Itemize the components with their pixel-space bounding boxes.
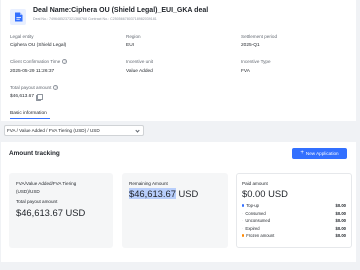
consumed-label: Consumed xyxy=(245,210,266,216)
frozen-value: $0.00 xyxy=(335,233,346,238)
deal-title: Deal Name:Ciphera OU (Shield Legal)_EUI_… xyxy=(33,7,209,14)
incentive-type-value: FVA xyxy=(241,69,250,74)
plus-icon: + xyxy=(300,150,304,156)
category-path-line1: FVA/Value Added/FVA Tiering xyxy=(16,181,77,186)
document-icon xyxy=(10,9,26,25)
legal-entity-label: Legal entity xyxy=(10,34,34,39)
region-value: EUI xyxy=(126,43,134,48)
dot-icon xyxy=(242,234,245,237)
confirmation-time-value: 2025-05-29 11:26:37 xyxy=(10,69,55,74)
page-bottom-gap xyxy=(1,262,356,270)
chevron-down-icon xyxy=(135,128,140,133)
tree-connector-icon: · xyxy=(242,210,244,216)
paid-row-consumed: · Consumed $0.00 xyxy=(242,211,346,216)
incentive-type-label: Incentive Type xyxy=(241,59,271,64)
paid-amount-value: $0.00 USD xyxy=(242,188,288,199)
remaining-amount-highlight: $46,613.67 xyxy=(129,188,176,199)
total-payout-label: Total payout amount ? xyxy=(10,85,59,90)
settlement-period-value: 2025-Q1 xyxy=(241,43,260,48)
new-application-label: New Application xyxy=(305,151,339,156)
frozen-label: Frozen amount xyxy=(246,233,275,238)
tab-basic-information[interactable]: Basic information xyxy=(10,111,47,116)
tree-connector-icon: · xyxy=(242,225,244,231)
unconsumed-value: $0.00 xyxy=(335,218,346,223)
confirmation-time-label-text: Client Confirmation Time xyxy=(10,59,61,64)
expired-label: Expired xyxy=(245,225,260,231)
copy-icon[interactable] xyxy=(36,94,43,101)
paid-row-frozen: Frozen amount $0.00 xyxy=(242,233,346,238)
total-payout-box-amount: $46,613.67 USD xyxy=(16,207,86,218)
paid-row-expired: · Expired $0.00 xyxy=(242,226,346,231)
deal-numbers: Deal No.: 7496485237321368768 Contract N… xyxy=(33,17,157,21)
remaining-amount-currency: USD xyxy=(175,188,199,199)
active-tab-indicator xyxy=(10,118,50,120)
legal-entity-value: Ciphera OU (Shield Legal) xyxy=(10,43,67,48)
remaining-amount-value: $46,613.67 USD xyxy=(129,188,198,199)
incentive-unit-label: Incentive unit xyxy=(126,59,154,64)
region-label: Region xyxy=(126,34,141,39)
new-application-button[interactable]: + New Application xyxy=(292,148,347,159)
tree-connector-icon: · xyxy=(242,218,244,223)
expired-value: $0.00 xyxy=(335,225,346,231)
paid-row-topup: Top-up $0.00 xyxy=(242,203,346,208)
info-icon[interactable]: ? xyxy=(53,85,59,90)
amount-tracking-title: Amount tracking xyxy=(9,150,60,157)
consumed-value: $0.00 xyxy=(335,210,346,216)
total-payout-value: $46,613.67 xyxy=(10,94,43,101)
select-value: FVA / Value Added / FVA Tiering (USD) / … xyxy=(7,128,100,133)
dot-icon xyxy=(242,204,245,207)
unconsumed-label: Unconsumed xyxy=(245,218,271,223)
total-payout-label-text: Total payout amount xyxy=(10,85,52,90)
confirmation-time-label: Client Confirmation Time ? xyxy=(10,59,68,64)
incentive-filter-select[interactable]: FVA / Value Added / FVA Tiering (USD) / … xyxy=(4,125,144,136)
topup-value: $0.00 xyxy=(335,203,346,208)
total-payout-box-label: Total payout amount xyxy=(16,199,58,204)
page: Deal Name:Ciphera OU (Shield Legal)_EUI_… xyxy=(0,0,360,270)
total-payout-amount: $46,613.67 xyxy=(10,94,35,99)
category-path-line2: (USD)/USD xyxy=(16,189,40,194)
topup-label: Top-up xyxy=(246,203,259,208)
info-icon[interactable]: ? xyxy=(62,59,68,64)
paid-row-unconsumed: · Unconsumed $0.00 xyxy=(242,218,346,223)
settlement-period-label: Settlement period xyxy=(241,34,278,39)
paid-amount-label: Paid amount xyxy=(242,181,268,186)
incentive-unit-value: Value Added xyxy=(126,69,153,74)
remaining-amount-label: Remaining Amount xyxy=(129,181,168,186)
